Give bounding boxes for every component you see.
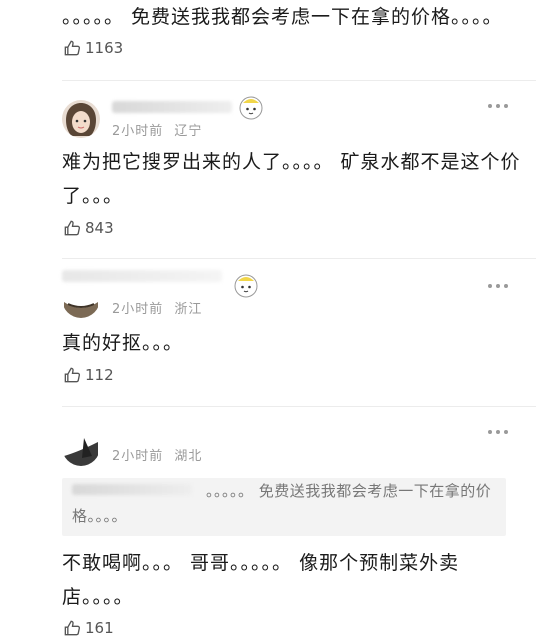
like-button[interactable]: 1163 [62,38,123,58]
comment-location: 浙江 [174,302,203,317]
comment-text: 。。。。。 免费送我我都会考虑一下在拿的价格。。。。 [62,6,503,28]
username[interactable] [112,101,232,113]
more-icon[interactable] [488,430,508,434]
thumb-up-icon [64,220,81,236]
comment-time: 2小时前 [112,124,164,139]
thumb-up-icon [64,620,81,636]
thumb-up-icon [64,367,81,383]
comment-meta: 2小时前 辽宁 [112,120,202,139]
comment-location: 湖北 [174,449,203,464]
like-count: 843 [85,219,114,237]
like-count: 112 [85,366,114,384]
fan-badge-icon [238,94,264,124]
fan-badge-icon [233,272,259,302]
comment-text: 不敢喝啊。。。 哥哥。。。。。 像那个预制菜外卖店。。。。 [62,552,460,608]
like-button[interactable]: 112 [62,365,114,385]
avatar[interactable] [62,100,100,138]
like-button[interactable]: 843 [62,218,114,238]
divider [62,80,536,81]
like-count: 1163 [85,39,124,57]
comment-time: 2小时前 [112,302,164,317]
comment-time: 2小时前 [112,449,164,464]
comment-meta: 2小时前 湖北 [112,445,202,464]
like-count: 161 [85,619,114,637]
username[interactable] [62,270,222,282]
like-button[interactable]: 161 [62,618,114,638]
more-icon[interactable] [488,104,508,108]
comment-meta: 2小时前 浙江 [112,298,202,317]
comment-text: 难为把它搜罗出来的人了。。。。 矿泉水都不是这个价了。。。 [62,151,521,207]
comment-location: 辽宁 [174,124,203,139]
divider [62,258,536,259]
comment-text: 真的好抠。。。 [62,332,184,354]
divider [62,406,536,407]
avatar[interactable] [62,428,100,466]
thumb-up-icon [64,40,81,56]
quoted-text: 。。。。。 免费送我我都会考虑一下在拿的价格。。。。 [72,482,492,525]
more-icon[interactable] [488,284,508,288]
avatar[interactable] [62,280,100,318]
